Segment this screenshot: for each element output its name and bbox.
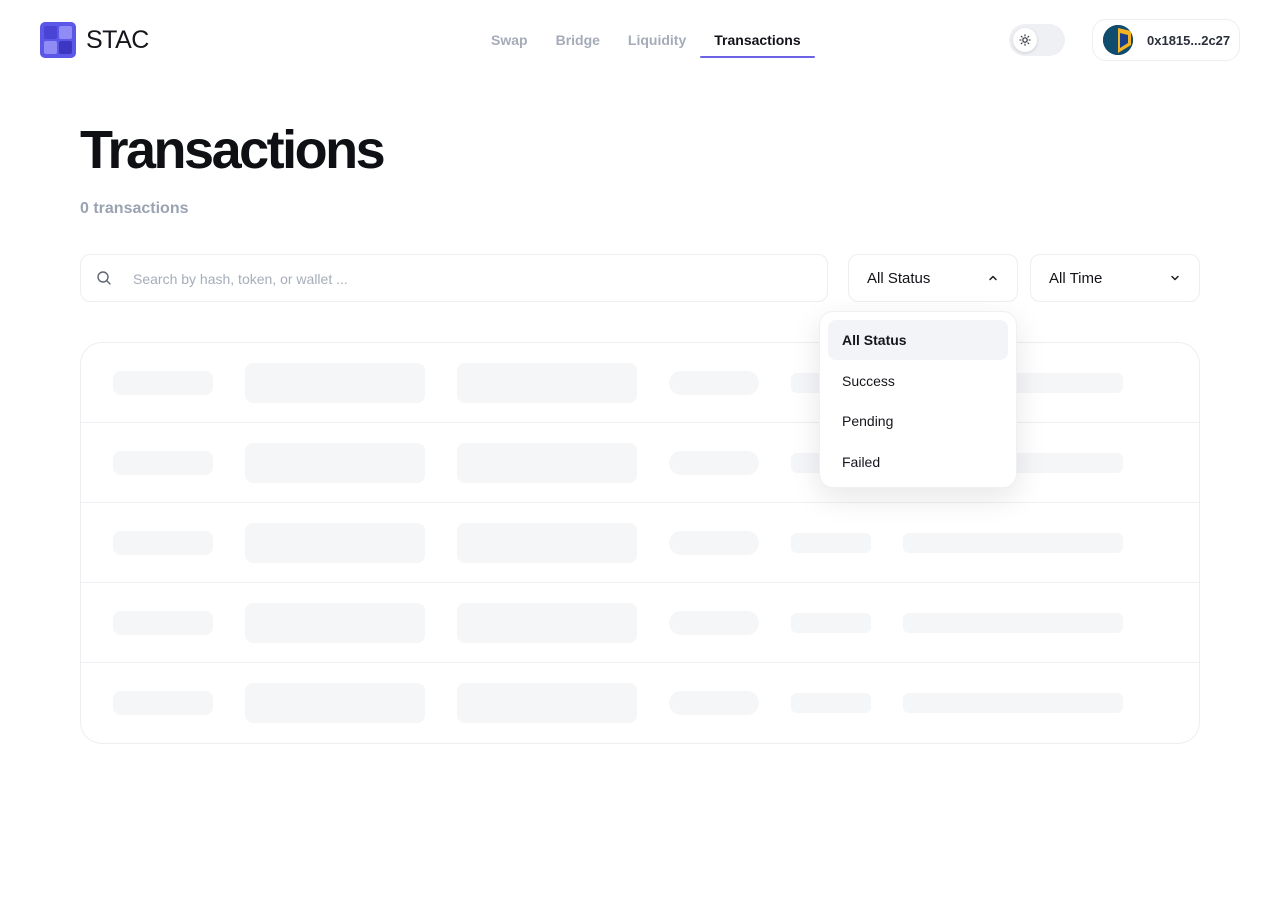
skeleton-row — [81, 663, 1199, 743]
status-option-all[interactable]: All Status — [828, 320, 1008, 360]
skeleton-cell — [113, 371, 213, 395]
skeleton-cell — [245, 523, 425, 563]
skeleton-cell — [903, 613, 1123, 633]
theme-toggle[interactable] — [1009, 24, 1065, 56]
brand-logo[interactable]: STAC — [40, 22, 149, 58]
status-option-success[interactable]: Success — [828, 361, 1008, 401]
time-filter-select[interactable]: All Time — [1030, 254, 1200, 302]
time-filter-value: All Time — [1049, 269, 1103, 287]
skeleton-cell — [245, 683, 425, 723]
logo-icon — [40, 22, 76, 58]
skeleton-cell — [791, 693, 871, 713]
status-filter-value: All Status — [867, 269, 931, 287]
search-icon — [97, 271, 111, 285]
wallet-address: 0x1815...2c27 — [1147, 32, 1231, 48]
skeleton-cell — [669, 531, 759, 555]
skeleton-cell — [113, 531, 213, 555]
skeleton-cell — [245, 603, 425, 643]
nav-item-liquidity[interactable]: Liquidity — [614, 24, 700, 58]
skeleton-cell — [457, 443, 637, 483]
skeleton-cell — [113, 451, 213, 475]
skeleton-cell — [113, 691, 213, 715]
page-title: Transactions — [80, 120, 386, 180]
skeleton-cell — [669, 611, 759, 635]
wallet-button[interactable]: 0x1815...2c27 — [1092, 19, 1240, 61]
search-box — [80, 254, 828, 302]
skeleton-cell — [669, 691, 759, 715]
skeleton-row — [81, 583, 1199, 663]
skeleton-cell — [457, 523, 637, 563]
skeleton-cell — [245, 443, 425, 483]
theme-knob — [1013, 28, 1037, 52]
skeleton-cell — [457, 363, 637, 403]
skeleton-row — [81, 343, 1199, 423]
skeleton-cell — [903, 693, 1123, 713]
sun-icon — [1019, 34, 1031, 46]
status-option-failed[interactable]: Failed — [828, 442, 1008, 482]
nav-item-swap[interactable]: Swap — [477, 24, 542, 58]
skeleton-cell — [245, 363, 425, 403]
top-header: STAC Swap Bridge Liquidity Transactions — [0, 0, 1280, 82]
nav-item-bridge[interactable]: Bridge — [542, 24, 614, 58]
skeleton-cell — [791, 533, 871, 553]
transaction-count: 0 transactions — [80, 200, 189, 217]
status-option-pending[interactable]: Pending — [828, 401, 1008, 441]
brand-name: STAC — [86, 25, 149, 54]
skeleton-cell — [669, 371, 759, 395]
skeleton-row — [81, 503, 1199, 583]
nav-item-transactions[interactable]: Transactions — [700, 24, 816, 58]
wallet-avatar — [1103, 25, 1133, 55]
skeleton-cell — [457, 683, 637, 723]
chevron-down-icon — [1171, 275, 1179, 281]
search-input[interactable] — [133, 267, 813, 291]
status-filter-select[interactable]: All Status — [848, 254, 1018, 302]
main-nav: Swap Bridge Liquidity Transactions — [477, 24, 816, 58]
skeleton-row — [81, 423, 1199, 503]
chevron-up-icon — [989, 275, 997, 281]
transactions-table — [80, 342, 1200, 744]
skeleton-cell — [669, 451, 759, 475]
skeleton-cell — [903, 533, 1123, 553]
skeleton-cell — [113, 611, 213, 635]
skeleton-cell — [457, 603, 637, 643]
skeleton-cell — [791, 613, 871, 633]
status-dropdown-menu: All Status Success Pending Failed — [819, 311, 1017, 488]
